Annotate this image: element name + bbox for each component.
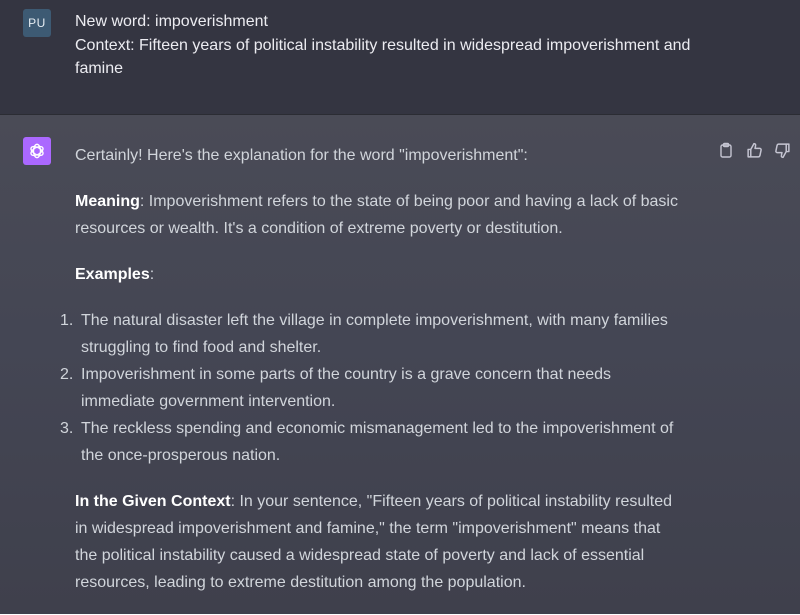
meaning-text: : Impoverishment refers to the state of … bbox=[75, 193, 678, 237]
list-item: 3. The reckless spending and economic mis… bbox=[60, 415, 685, 469]
list-item: 2. Impoverishment in some parts of the co… bbox=[60, 361, 685, 415]
user-message-line-1: New word: impoverishment bbox=[75, 13, 268, 30]
examples-heading: Examples: bbox=[75, 261, 685, 288]
list-item-number: 1. bbox=[60, 312, 74, 329]
list-item-text: The reckless spending and economic misma… bbox=[81, 420, 674, 464]
thumbs-up-icon[interactable] bbox=[745, 141, 763, 159]
assistant-answer: Certainly! Here's the explanation for th… bbox=[60, 142, 685, 615]
meaning-label: Meaning bbox=[75, 193, 140, 210]
examples-label: Examples bbox=[75, 266, 150, 283]
context-label: In the Given Context bbox=[75, 493, 231, 510]
list-item-text: Impoverishment in some parts of the coun… bbox=[81, 366, 612, 410]
avatar-initials: PU bbox=[28, 16, 46, 30]
message-actions bbox=[717, 141, 791, 159]
context-paragraph: In the Given Context: In your sentence, … bbox=[75, 488, 685, 596]
meaning-paragraph: Meaning: Impoverishment refers to the st… bbox=[75, 188, 685, 242]
user-message-line-2: Context: Fifteen years of political inst… bbox=[75, 36, 691, 78]
list-item-text: The natural disaster left the village in… bbox=[81, 312, 668, 356]
clipboard-icon[interactable] bbox=[717, 141, 735, 159]
thumbs-down-icon[interactable] bbox=[773, 141, 791, 159]
examples-colon: : bbox=[149, 266, 155, 283]
user-message-text: New word: impoverishment Context: Fiftee… bbox=[75, 10, 715, 81]
list-item: 1. The natural disaster left the village … bbox=[60, 307, 685, 361]
user-message: PU New word: impoverishment Context: Fif… bbox=[0, 0, 800, 115]
list-item-number: 3. bbox=[60, 420, 74, 437]
answer-intro: Certainly! Here's the explanation for th… bbox=[75, 147, 528, 164]
user-avatar: PU bbox=[23, 9, 51, 37]
list-item-number: 2. bbox=[60, 366, 74, 383]
openai-logo-icon bbox=[23, 137, 51, 165]
examples-list: 1. The natural disaster left the village … bbox=[60, 307, 685, 469]
